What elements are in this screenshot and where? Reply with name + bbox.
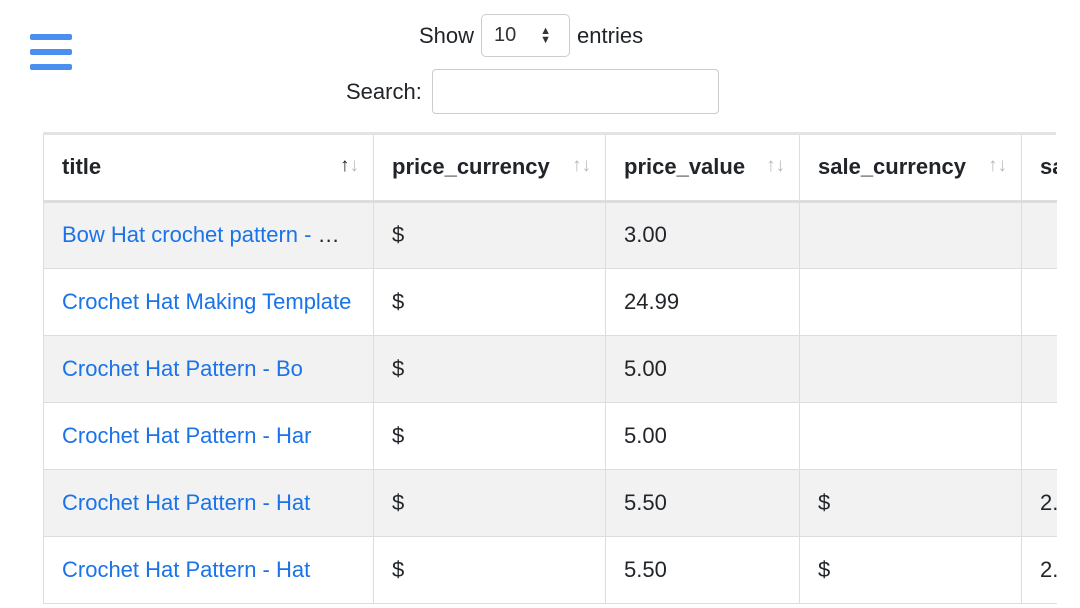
table-row: Crochet Hat Pattern - Hat $5.50$2. [43, 469, 1057, 537]
cell-title: Crochet Hat Making Template [43, 268, 374, 336]
cell-sale_currency: $ [799, 469, 1022, 537]
entries-select[interactable]: 10 ▲ ▼ [481, 14, 571, 57]
cell-sa [1021, 335, 1057, 403]
column-label: title [62, 154, 102, 180]
search-input[interactable] [431, 69, 719, 114]
cell-price_currency: $ [373, 469, 606, 537]
table-row: Crochet Hat Pattern - Bo $5.00 [43, 335, 1057, 403]
cell-sale_currency [799, 335, 1022, 403]
title-link[interactable]: Crochet Hat Pattern - Har [62, 423, 311, 448]
cell-price_currency: $ [373, 268, 606, 336]
cell-title: Crochet Hat Pattern - Hat [43, 536, 374, 604]
column-header-sale_currency[interactable]: sale_currency ↑↓ [799, 135, 1022, 203]
table-row: Crochet Hat Pattern - Har $5.00 [43, 402, 1057, 470]
column-header-title[interactable]: title ↑↓ [43, 135, 374, 203]
cell-sale_currency [799, 201, 1022, 269]
table-row: Crochet Hat Making Template $24.99 [43, 268, 1057, 336]
sort-updown-icon: ▲ ▼ [540, 24, 552, 46]
title-link[interactable]: Crochet Hat Pattern - Bo [62, 356, 303, 381]
cell-sa [1021, 402, 1057, 470]
entries-label: entries [577, 22, 644, 48]
column-header-sa[interactable]: sa [1021, 135, 1057, 203]
cell-sale_currency: $ [799, 536, 1022, 604]
column-header-price_currency[interactable]: price_currency ↑↓ [373, 135, 606, 203]
table-row: Crochet Hat Pattern - Hat $5.50$2. [43, 536, 1057, 604]
cell-sa: 2. [1021, 469, 1057, 537]
title-link[interactable]: Crochet Hat Pattern - Hat [62, 490, 310, 515]
column-label: sale_currency [818, 154, 966, 180]
cell-title: Crochet Hat Pattern - Hat [43, 469, 374, 537]
search-label: Search: [346, 78, 422, 104]
hamburger-menu-icon[interactable] [30, 34, 72, 72]
data-table: title ↑↓ price_currency ↑↓ price_value ↑↓ sale… [43, 135, 1057, 604]
cell-price_value: 5.00 [605, 335, 800, 403]
show-label: Show [419, 22, 475, 48]
cell-sa [1021, 201, 1057, 269]
cell-sa [1021, 268, 1057, 336]
title-link[interactable]: Bow Hat crochet pattern - Crochet Bow Ha… [62, 222, 373, 247]
cell-price_currency: $ [373, 201, 606, 269]
cell-price_currency: $ [373, 536, 606, 604]
cell-sa: 2. [1021, 536, 1057, 604]
sort-icon: ↑↓ [572, 155, 591, 176]
cell-price_value: 5.50 [605, 469, 800, 537]
column-label: price_currency [392, 154, 550, 180]
cell-price_value: 5.50 [605, 536, 800, 604]
cell-price_value: 5.00 [605, 402, 800, 470]
cell-sale_currency [799, 402, 1022, 470]
title-link[interactable]: Crochet Hat Pattern - Hat [62, 557, 310, 582]
column-label: sa [1040, 154, 1057, 180]
cell-title: Crochet Hat Pattern - Har [43, 402, 374, 470]
title-link[interactable]: Crochet Hat Making Template [62, 289, 351, 314]
data-table-wrapper: title ↑↓ price_currency ↑↓ price_value ↑↓ sale… [43, 132, 1057, 604]
sort-icon: ↑↓ [340, 155, 359, 176]
column-label: price_value [624, 154, 746, 180]
column-header-price_value[interactable]: price_value ↑↓ [605, 135, 800, 203]
cell-price_currency: $ [373, 402, 606, 470]
cell-price_value: 24.99 [605, 268, 800, 336]
cell-price_currency: $ [373, 335, 606, 403]
cell-sale_currency [799, 268, 1022, 336]
sort-icon: ↑↓ [766, 155, 785, 176]
cell-title: Bow Hat crochet pattern - Crochet Bow Ha… [43, 201, 374, 269]
search-control: Search: [346, 69, 719, 114]
cell-price_value: 3.00 [605, 201, 800, 269]
table-row: Bow Hat crochet pattern - Crochet Bow Ha… [43, 201, 1057, 269]
entries-length-control: Show 10 ▲ ▼ entries [419, 14, 643, 57]
sort-icon: ↑↓ [988, 155, 1007, 176]
cell-title: Crochet Hat Pattern - Bo [43, 335, 374, 403]
